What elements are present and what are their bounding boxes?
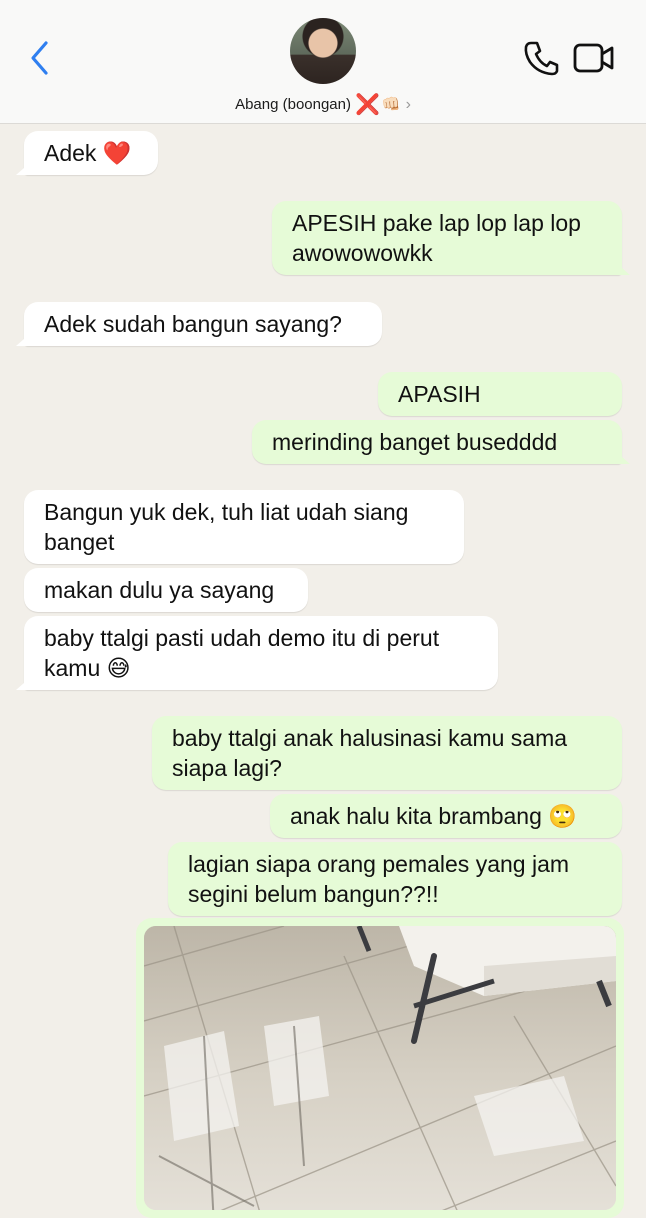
message-text: baby ttalgi pasti udah demo itu di perut [44, 625, 440, 651]
photo-message-bubble[interactable] [136, 918, 624, 1218]
message-bubble-outgoing[interactable]: merinding banget busedddd [252, 420, 622, 464]
message-text: Adek sudah bangun sayang? [44, 311, 342, 337]
message-bubble-outgoing[interactable]: anak halu kita brambang 🙄 [270, 794, 622, 838]
message-text: merinding banget busedddd [272, 429, 558, 455]
back-button[interactable] [26, 38, 56, 78]
message-bubble-incoming[interactable]: Adek sudah bangun sayang? [24, 302, 382, 346]
message-text: Bangun yuk dek, tuh liat udah siang [44, 499, 409, 525]
floor-photo[interactable] [144, 926, 616, 1210]
message-bubble-outgoing[interactable]: lagian siapa orang pemales yang jam segi… [168, 842, 622, 916]
chevron-right-icon: › [405, 96, 411, 113]
message-text: anak halu kita brambang 🙄 [290, 803, 577, 829]
message-bubble-outgoing[interactable]: APASIH GELIIIIIIKK [378, 372, 622, 451]
phone-icon [524, 41, 559, 76]
video-call-button[interactable] [572, 40, 616, 76]
message-text: baby ttalgi anak halusinasi kamu sama [172, 725, 568, 751]
chat-header: Abang (boongan) ❌ 👊🏻 › [0, 0, 646, 124]
message-bubble-outgoing[interactable]: baby ttalgi anak halusinasi kamu sama si… [152, 716, 622, 790]
voice-call-button[interactable] [522, 38, 560, 78]
message-bubble-incoming[interactable]: baby ttalgi pasti udah demo itu di perut… [24, 616, 498, 690]
message-bubble-incoming[interactable]: Bangun yuk dek, tuh liat udah siang bang… [24, 490, 464, 564]
message-text: makan dulu ya sayang [44, 577, 275, 603]
message-text: banget [44, 529, 115, 555]
message-text: segini belum bangun??!! [188, 881, 439, 907]
contact-name-button[interactable]: Abang (boongan) ❌ 👊🏻 › [0, 92, 646, 117]
chevron-left-icon [31, 41, 48, 75]
fist-emoji: 👊🏻 [381, 96, 401, 113]
message-text: awowowowkk [292, 240, 433, 266]
contact-name: Abang (boongan) [235, 96, 351, 113]
message-text: lagian siapa orang pemales yang jam [188, 851, 570, 877]
avatar[interactable] [290, 18, 356, 84]
cross-mark-emoji: ❌ [355, 94, 380, 116]
message-text: APESIH pake lap lop lap lop [292, 210, 581, 236]
video-camera-icon [573, 43, 614, 73]
message-text: Adek ❤️ [44, 140, 132, 166]
message-bubble-incoming[interactable]: Adek ❤️ [24, 131, 158, 175]
message-bubble-incoming[interactable]: makan dulu ya sayang [24, 568, 308, 612]
message-text: kamu 😅 [44, 655, 131, 681]
message-text: siapa lagi? [172, 755, 282, 781]
photo-illustration [144, 926, 616, 1210]
message-bubble-outgoing[interactable]: APESIH pake lap lop lap lop awowowowkk [272, 201, 622, 275]
